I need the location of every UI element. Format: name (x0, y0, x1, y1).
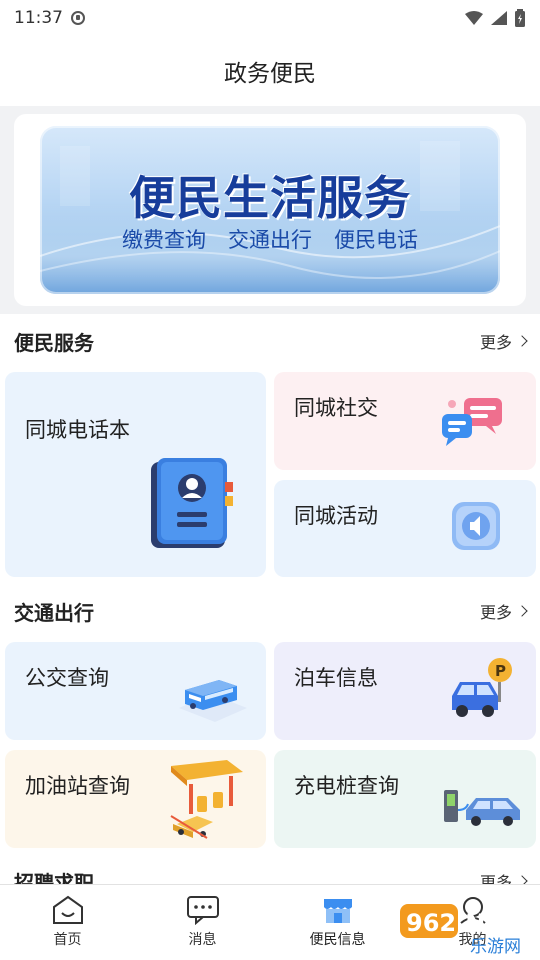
watermark-graphic: 962.NET 乐游网 (400, 904, 521, 957)
section-header-convenience: 便民服务 更多 (0, 314, 540, 368)
tab-convenience-info[interactable]: 便民信息 (270, 885, 405, 960)
speaker-icon (452, 502, 500, 550)
home-icon (52, 895, 83, 924)
card-charging[interactable]: 充电桩查询 (274, 750, 536, 848)
card-phonebook[interactable]: 同城电话本 (5, 372, 266, 577)
section-header-transport: 交通出行 更多 (0, 584, 540, 638)
tab-label: 消息 (188, 932, 217, 948)
card-activity[interactable]: 同城活动 (274, 480, 536, 577)
store-icon (323, 899, 352, 923)
parking-car-icon: P (452, 658, 512, 717)
section-title: 便民服务 (14, 330, 94, 355)
tab-messages[interactable]: 消息 (135, 885, 270, 960)
banner-title: 便民生活服务 (129, 171, 411, 225)
title-bar: 政务便民 (0, 36, 540, 106)
more-link-transport[interactable]: 更多 (479, 599, 528, 623)
more-label: 更多 (479, 603, 512, 622)
banner-subtitle-3: 便民电话 (334, 228, 418, 252)
gas-station-icon (170, 760, 243, 839)
tab-home[interactable]: 首页 (0, 885, 135, 960)
page-title: 政务便民 (224, 61, 316, 87)
banner-image[interactable]: 便民生活服务 缴费查询 交通出行 便民电话 (40, 126, 500, 294)
section-title: 交通出行 (14, 600, 94, 625)
more-label: 更多 (479, 333, 512, 352)
card-gas-station[interactable]: 加油站查询 (5, 750, 266, 848)
svg-text:P: P (495, 662, 506, 680)
phonebook-icon (151, 458, 233, 548)
message-icon (186, 896, 219, 925)
watermark-logo: 962.NET 乐游网 (400, 900, 536, 957)
chevron-right-icon (516, 335, 528, 347)
card-social[interactable]: 同城社交 (274, 372, 536, 470)
status-time: 11:37 (14, 8, 63, 28)
banner-subtitle-1: 缴费查询 (122, 228, 206, 252)
more-label: 更多 (479, 873, 512, 884)
section-header-jobs: 招聘求职 更多 (0, 854, 540, 884)
chat-bubbles-icon (442, 398, 502, 446)
main-content[interactable]: 便民服务 更多 同城电话本 同城社交 同城活动 交通出行 更多 公交查询 泊车信… (0, 314, 540, 884)
watermark-text: 962.NET (406, 909, 519, 937)
tab-label: 便民信息 (309, 932, 366, 948)
section-title: 招聘求职 (14, 870, 94, 885)
tab-label: 首页 (53, 932, 82, 948)
bus-icon (179, 680, 247, 722)
wifi-icon (465, 11, 483, 25)
card-bus[interactable]: 公交查询 (5, 642, 266, 740)
charging-pile-icon (444, 790, 520, 826)
more-link-jobs[interactable]: 更多 (479, 869, 528, 884)
banner-container[interactable]: 便民生活服务 缴费查询 交通出行 便民电话 (14, 114, 526, 306)
chevron-right-icon (516, 605, 528, 617)
status-bar: 11:37 (0, 0, 540, 36)
signal-icon (491, 11, 507, 25)
battery-icon (515, 9, 525, 27)
banner-subtitle-2: 交通出行 (228, 228, 312, 252)
more-link-convenience[interactable]: 更多 (479, 329, 528, 353)
shield-icon (71, 11, 85, 25)
chevron-right-icon (516, 875, 528, 884)
card-label: 同城电话本 (25, 418, 130, 442)
card-parking[interactable]: 泊车信息 P (274, 642, 536, 740)
status-icons (464, 9, 526, 27)
watermark-subtext: 乐游网 (470, 937, 521, 956)
banner-subtitles: 缴费查询 交通出行 便民电话 (40, 224, 500, 254)
